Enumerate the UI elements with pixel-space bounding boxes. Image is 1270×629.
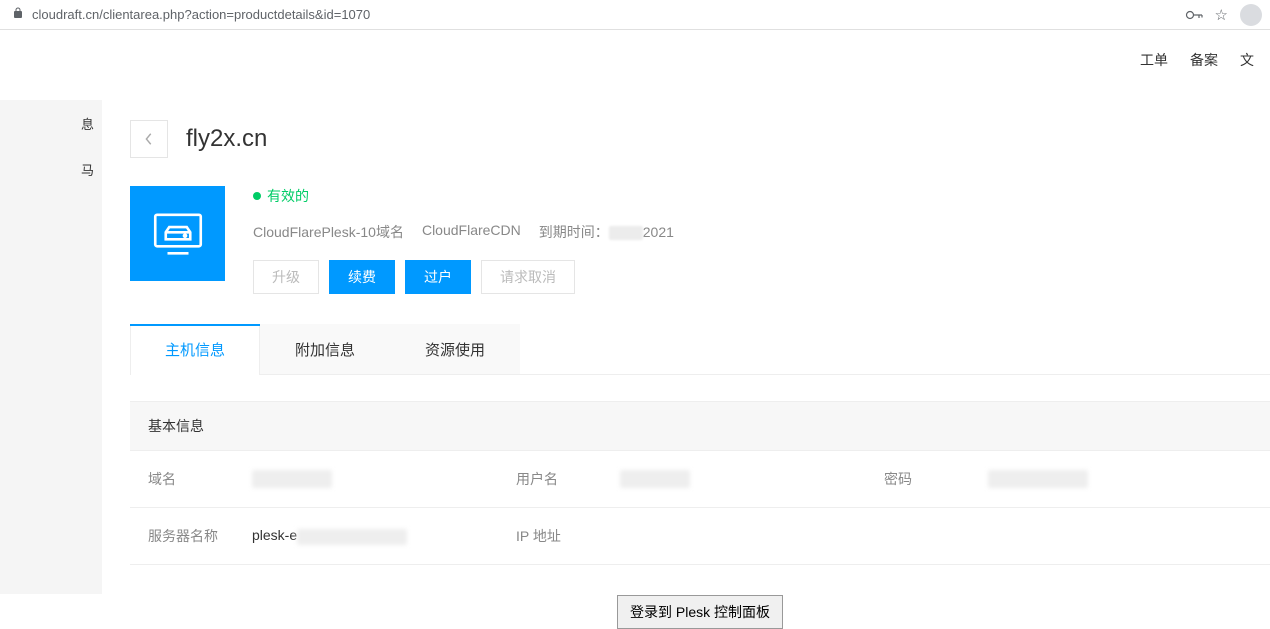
summary-body: 有效的 CloudFlarePlesk-10域名 CloudFlareCDN 到… (253, 186, 1270, 294)
label-ip: IP 地址 (516, 526, 586, 546)
plesk-login-button[interactable]: 登录到 Plesk 控制面板 (617, 595, 783, 629)
title-row: fly2x.cn (130, 120, 1270, 158)
tab-addon-info[interactable]: 附加信息 (260, 324, 390, 374)
url-text[interactable]: cloudraft.cn/clientarea.php?action=produ… (32, 7, 1185, 22)
label-server: 服务器名称 (148, 526, 218, 546)
meta-product: CloudFlarePlesk-10域名 (253, 222, 404, 242)
cell-username: 用户名 (516, 469, 884, 489)
summary-row: 有效的 CloudFlarePlesk-10域名 CloudFlareCDN 到… (130, 186, 1270, 294)
nav-tickets[interactable]: 工单 (1140, 50, 1168, 70)
nav-docs[interactable]: 文 (1240, 50, 1254, 70)
value-username-redacted (620, 470, 690, 488)
value-server-redacted (297, 529, 407, 545)
value-domain-redacted (252, 470, 332, 488)
cell-domain: 域名 (148, 469, 516, 489)
page-title: fly2x.cn (186, 125, 267, 153)
meta-line: CloudFlarePlesk-10域名 CloudFlareCDN 到期时间：… (253, 222, 1270, 242)
status-dot-icon (253, 192, 261, 200)
transfer-button[interactable]: 过户 (405, 260, 471, 294)
status-text: 有效的 (267, 186, 309, 206)
top-nav: 工单 备案 文 (1140, 30, 1270, 90)
meta-cdn: CloudFlareCDN (422, 222, 521, 242)
renew-button[interactable]: 续费 (329, 260, 395, 294)
cell-server: 服务器名称 plesk-e (148, 526, 516, 546)
product-icon (130, 186, 225, 281)
status-line: 有效的 (253, 186, 1270, 206)
addr-right-icons: ☆ (1185, 4, 1262, 26)
cell-empty (884, 526, 1252, 546)
sidebar-item-1[interactable]: 息 (0, 100, 102, 146)
redacted-date (609, 226, 643, 240)
basic-info-section: 基本信息 域名 用户名 密码 服务器名称 plesk-e (130, 401, 1270, 629)
meta-expire: 到期时间：2021 (539, 222, 674, 242)
label-password: 密码 (884, 469, 954, 489)
nav-beian[interactable]: 备案 (1190, 50, 1218, 70)
upgrade-button[interactable]: 升级 (253, 260, 319, 294)
cell-ip: IP 地址 (516, 526, 884, 546)
basic-info-title: 基本信息 (130, 401, 1270, 451)
value-password-redacted (988, 470, 1088, 488)
cell-password: 密码 (884, 469, 1252, 489)
key-icon[interactable] (1185, 7, 1203, 23)
info-row-2: 服务器名称 plesk-e IP 地址 (130, 508, 1270, 565)
info-row-1: 域名 用户名 密码 (130, 451, 1270, 508)
value-server: plesk-e (252, 527, 407, 544)
star-icon[interactable]: ☆ (1215, 6, 1228, 24)
label-username: 用户名 (516, 469, 586, 489)
left-sidebar: 息 马 (0, 100, 102, 594)
tabs: 主机信息 附加信息 资源使用 (130, 324, 1270, 375)
label-domain: 域名 (148, 469, 218, 489)
sidebar-item-2[interactable]: 马 (0, 146, 102, 192)
action-row: 升级 续费 过户 请求取消 (253, 260, 1270, 294)
browser-address-bar: cloudraft.cn/clientarea.php?action=produ… (0, 0, 1270, 30)
tab-resource-usage[interactable]: 资源使用 (390, 324, 520, 374)
cancel-request-button[interactable]: 请求取消 (481, 260, 575, 294)
footer-btn-row: 登录到 Plesk 控制面板 (130, 595, 1270, 629)
tab-host-info[interactable]: 主机信息 (130, 324, 260, 374)
profile-avatar-icon[interactable] (1240, 4, 1262, 26)
back-button[interactable] (130, 120, 168, 158)
lock-icon (12, 7, 24, 22)
main-content: fly2x.cn 有效的 CloudFlarePlesk-10域名 CloudF… (130, 120, 1270, 629)
